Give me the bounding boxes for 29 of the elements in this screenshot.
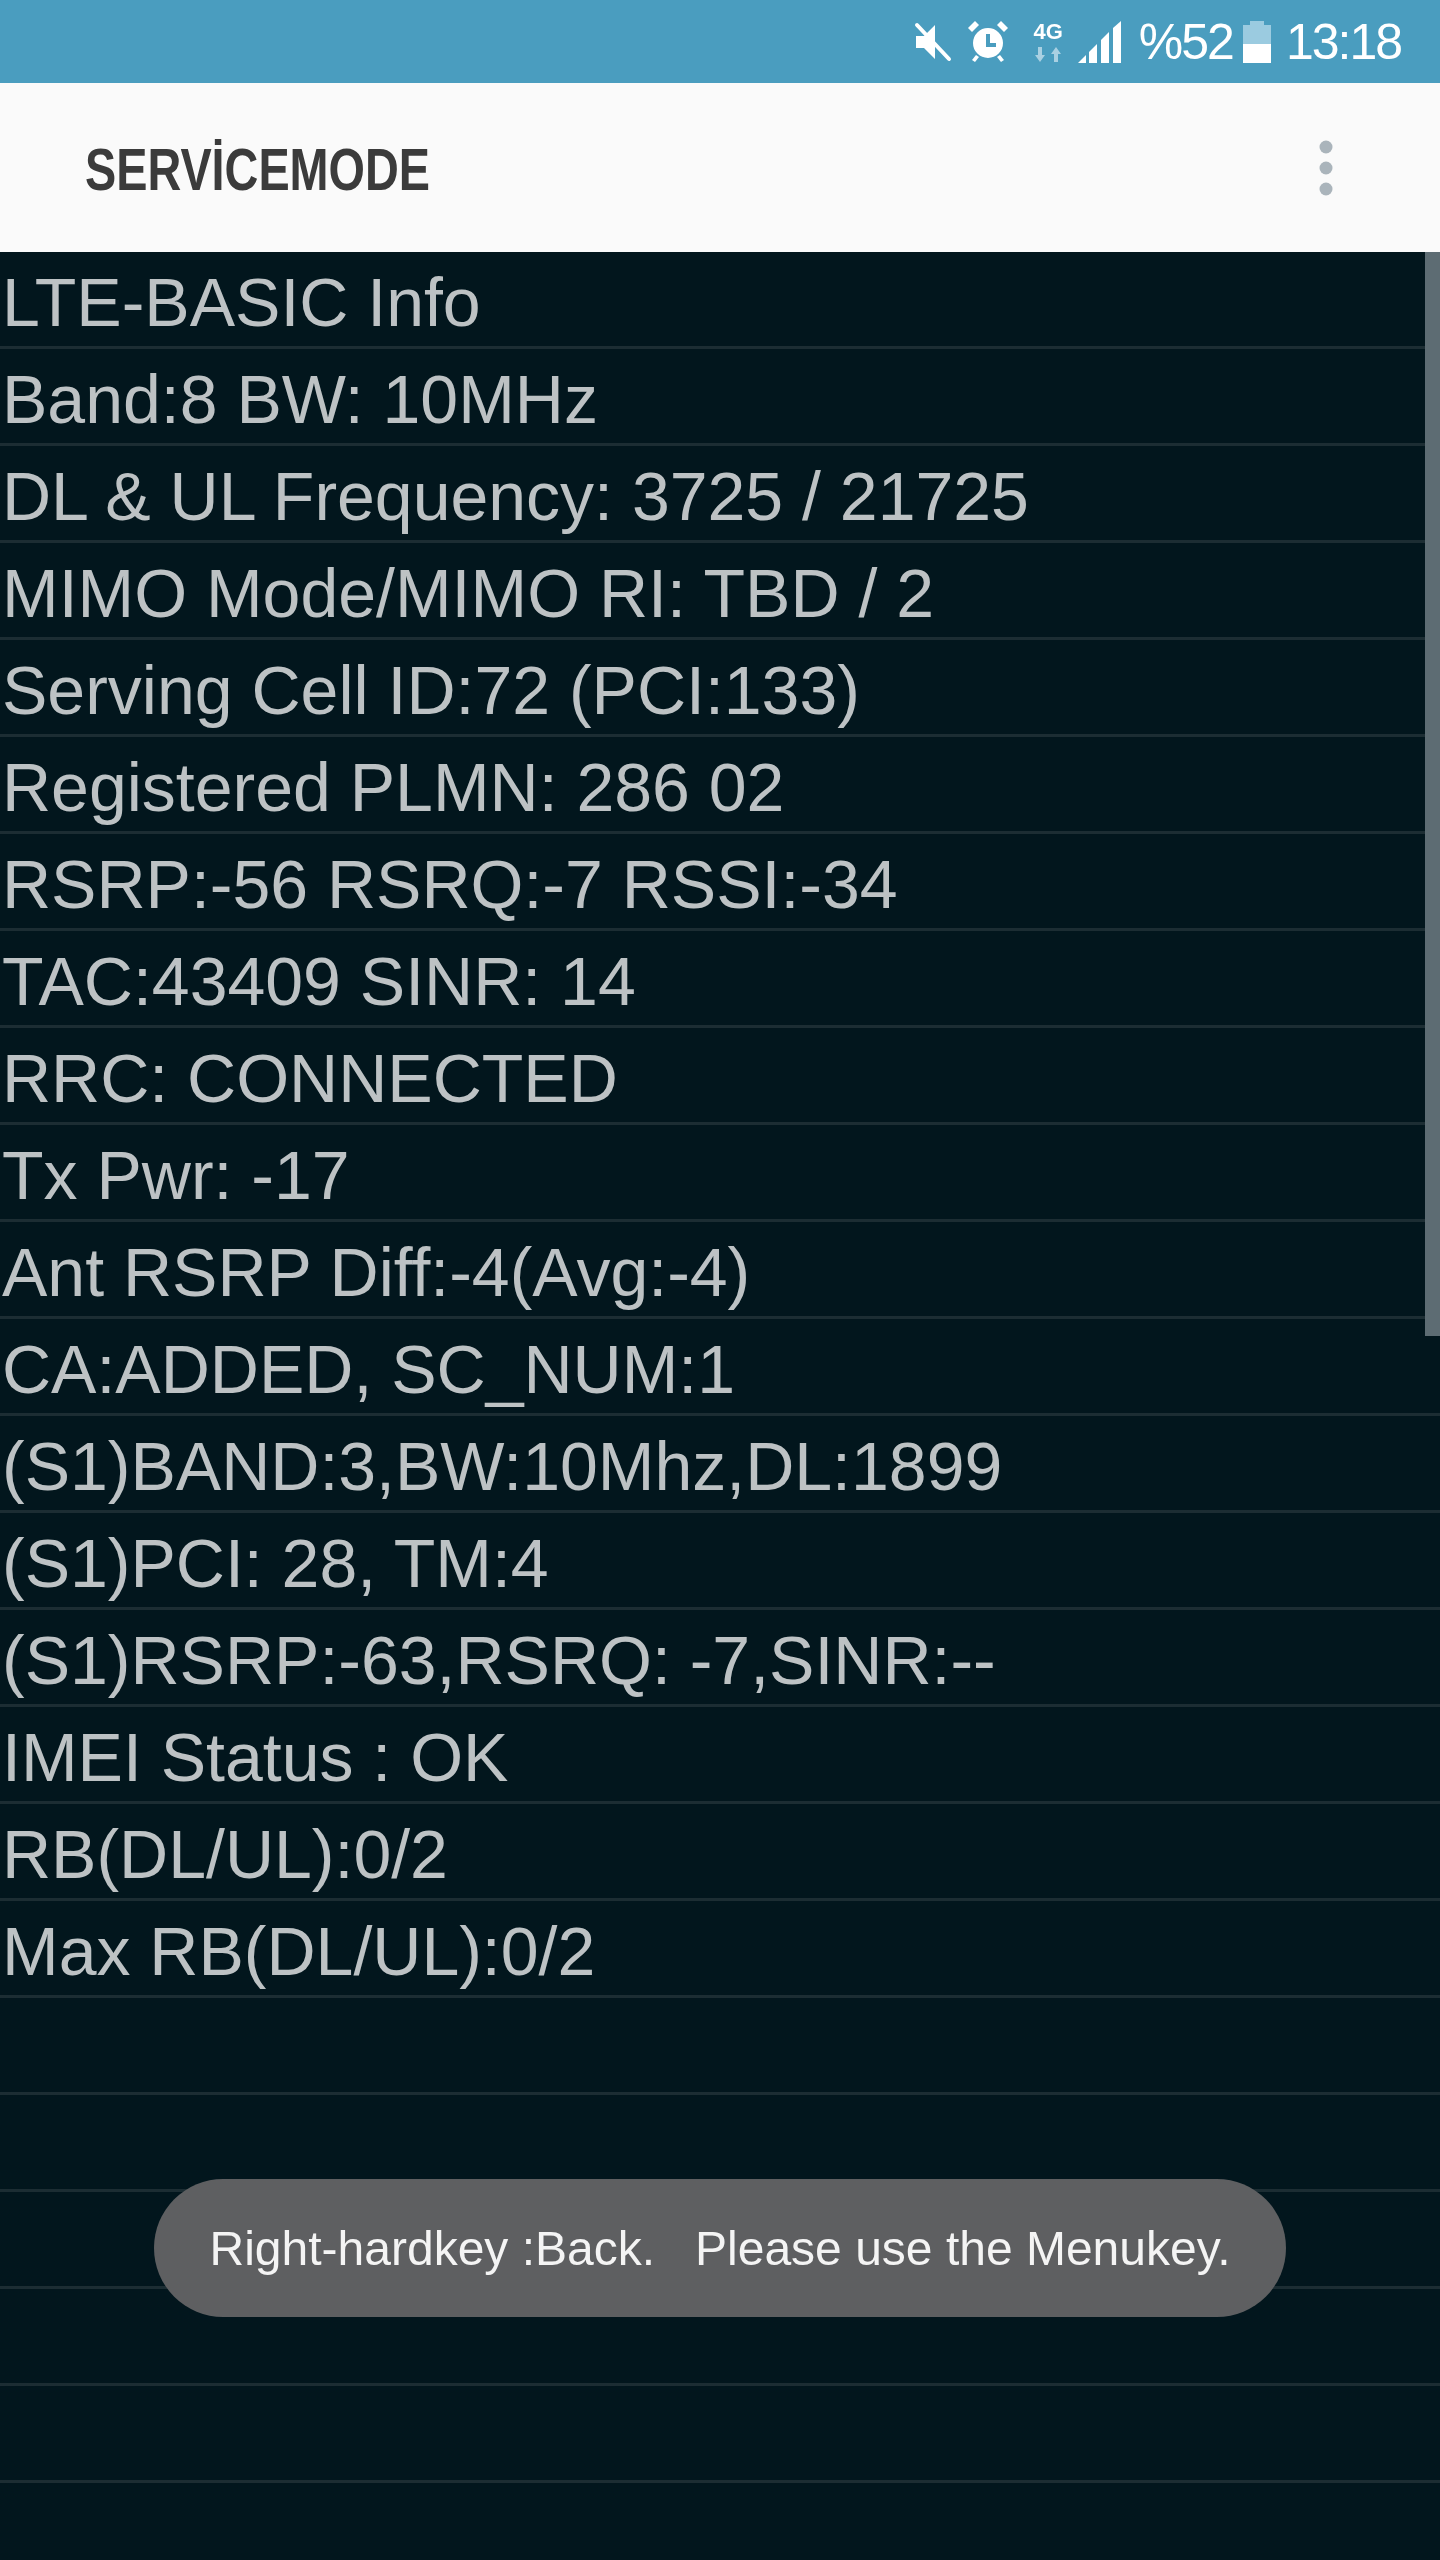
info-line: LTE-BASIC Info: [2, 264, 481, 340]
info-line: Registered PLMN: 286 02: [2, 749, 785, 825]
battery-icon: [1242, 20, 1271, 63]
info-line: RB(DL/UL):0/2: [2, 1816, 448, 1892]
app-title: SERVİCEMODE: [85, 134, 430, 205]
up-down-arrows-icon: [1035, 46, 1062, 62]
info-line: (S1)PCI: 28, TM:4: [2, 1525, 549, 1601]
info-line: DL & UL Frequency: 3725 / 21725: [2, 458, 1029, 534]
info-line: Tx Pwr: -17: [2, 1137, 350, 1213]
info-line: (S1)BAND:3,BW:10Mhz,DL:1899: [2, 1428, 1003, 1504]
info-line: Serving Cell ID:72 (PCI:133): [2, 652, 860, 728]
mute-icon: [913, 21, 953, 62]
signal-bars-icon: [1077, 20, 1121, 63]
info-line: MIMO Mode/MIMO RI: TBD / 2: [2, 555, 934, 631]
clock-time: 13:18: [1285, 13, 1401, 70]
info-line: TAC:43409 SINR: 14: [2, 943, 636, 1019]
info-line: Max RB(DL/UL):0/2: [2, 1913, 596, 1989]
info-line: IMEI Status : OK: [2, 1719, 509, 1795]
info-line: CA:ADDED, SC_NUM:1: [2, 1331, 736, 1407]
info-line: Band:8 BW: 10MHz: [2, 361, 598, 437]
info-line: RSRP:-56 RSRQ:-7 RSSI:-34: [2, 846, 898, 922]
info-line: (S1)RSRP:-63,RSRQ: -7,SINR:--: [2, 1622, 996, 1698]
more-options-icon[interactable]: [1319, 139, 1333, 196]
info-line: RRC: CONNECTED: [2, 1040, 618, 1116]
battery-percent: %52: [1138, 13, 1233, 70]
toast-message: Right-hardkey :Back. Please use the Menukey.: [153, 2179, 1287, 2317]
network-type-label: 4G: [1033, 21, 1063, 42]
info-line: Ant RSRP Diff:-4(Avg:-4): [2, 1234, 751, 1310]
alarm-clock-icon: [967, 21, 1010, 62]
